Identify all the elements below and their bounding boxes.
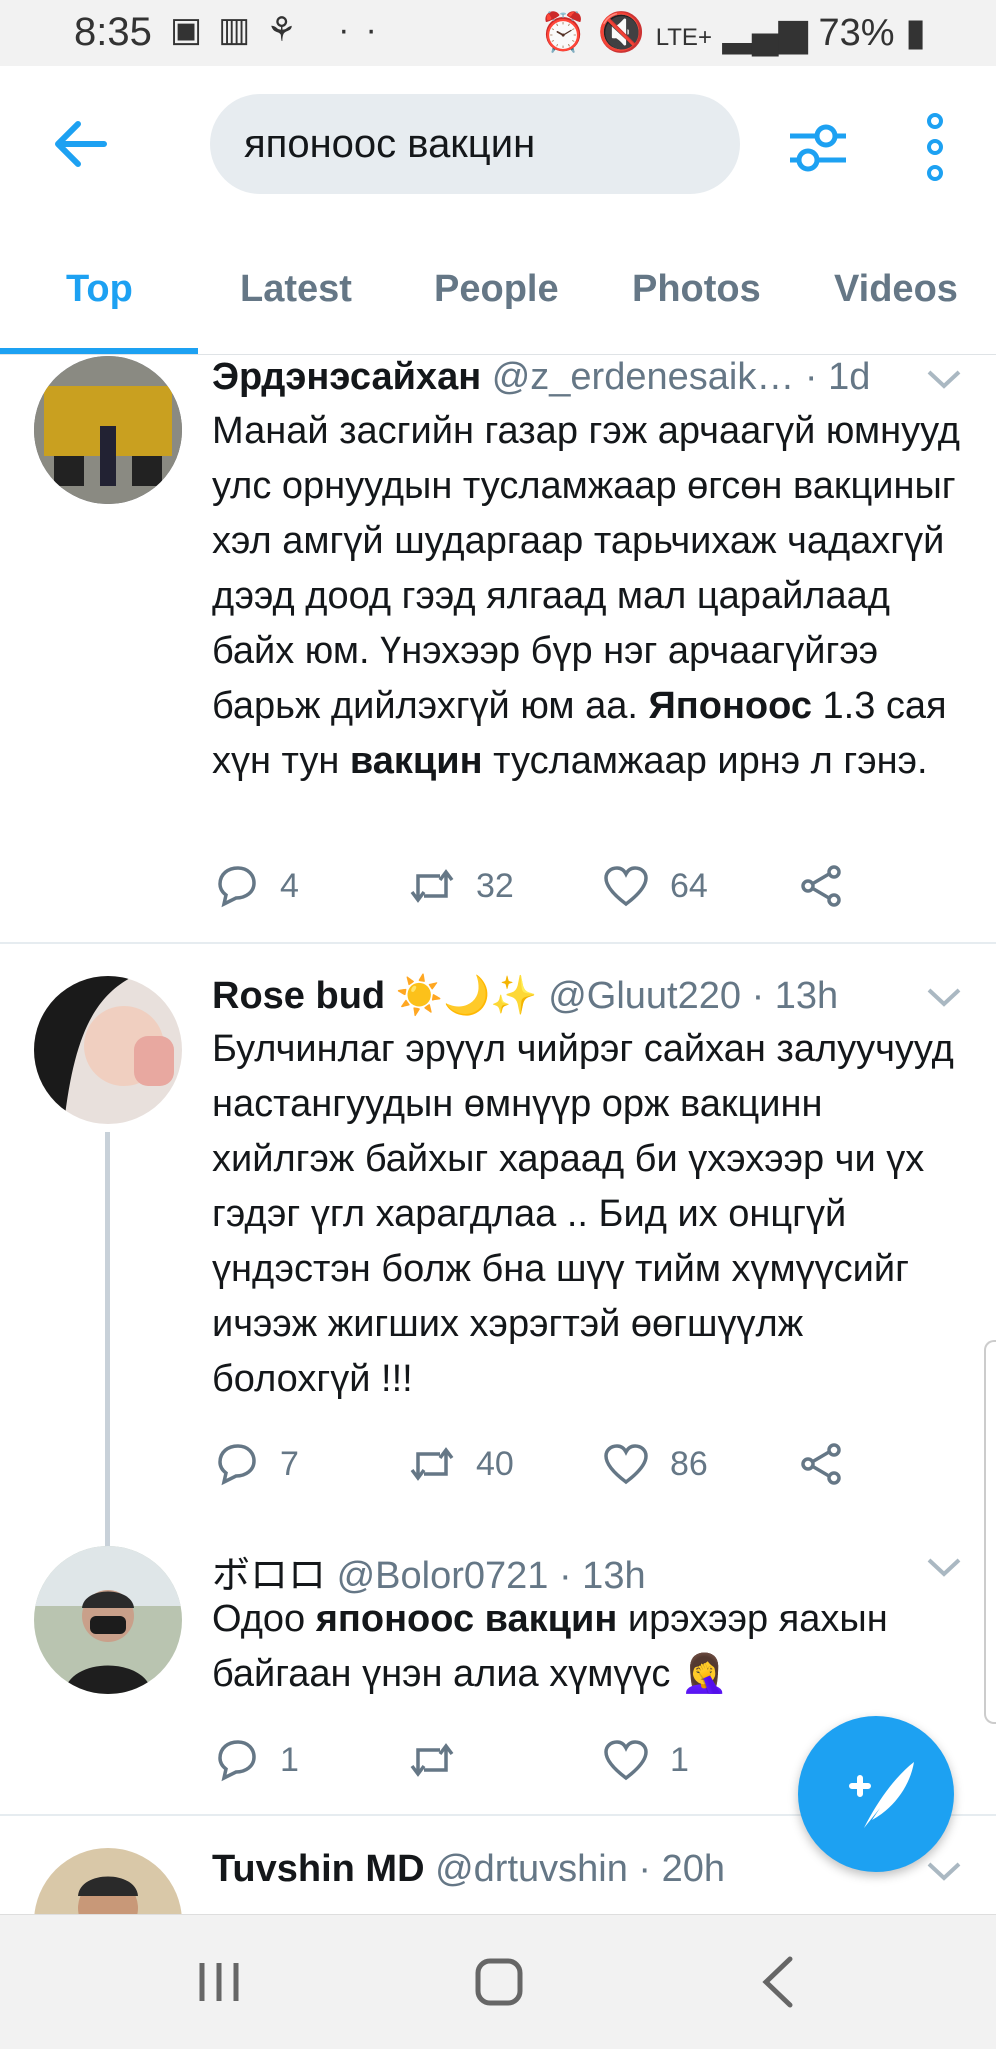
search-input[interactable]: японоос вакцин xyxy=(210,94,740,194)
tweet-author-name[interactable]: Tuvshin MD xyxy=(212,1848,425,1890)
tab-photos[interactable]: Photos xyxy=(632,268,761,311)
heart-icon xyxy=(604,866,648,907)
retweet-icon xyxy=(410,869,454,903)
alarm-icon: ⏰ xyxy=(539,12,588,54)
reply-count: 4 xyxy=(280,866,299,905)
retweet-count: 40 xyxy=(476,1444,514,1483)
tab-top[interactable]: Top xyxy=(66,268,133,311)
like-button[interactable]: 86 xyxy=(602,1440,708,1488)
share-icon xyxy=(801,1443,841,1485)
status-time: 8:35 xyxy=(74,10,152,54)
reply-button[interactable]: 4 xyxy=(212,862,299,910)
like-button[interactable]: 1 xyxy=(602,1736,689,1784)
like-button[interactable]: 64 xyxy=(602,862,708,910)
tweet-divider xyxy=(0,942,996,944)
retweet-button[interactable]: 32 xyxy=(408,862,514,910)
battery-label: 73% xyxy=(818,12,895,54)
like-count: 64 xyxy=(670,866,708,905)
compose-feather-icon xyxy=(849,1762,914,1828)
avatar[interactable] xyxy=(34,1848,182,1914)
scroll-indicator[interactable] xyxy=(984,1340,996,1724)
tweet-author-name[interactable]: Rose bud ☀️🌙✨ xyxy=(212,975,538,1017)
retweet-icon xyxy=(410,1447,454,1481)
status-right: ⏰ 🔇 LTE+ ▂▄▆ 73% ▮ xyxy=(540,10,926,55)
chevron-down-icon[interactable] xyxy=(926,986,962,1008)
tweet-time: · 1d xyxy=(804,356,871,398)
tweet[interactable]: Rose bud ☀️🌙✨ @Gluut220 · 13h Булчинлаг … xyxy=(0,972,996,1550)
mute-icon: 🔇 xyxy=(597,12,646,54)
more-options-icon[interactable] xyxy=(920,112,950,182)
retweet-button[interactable]: 40 xyxy=(408,1440,514,1488)
share-button[interactable] xyxy=(798,862,846,910)
avatar-photo xyxy=(34,1848,182,1914)
tab-people[interactable]: People xyxy=(434,268,559,311)
tweet-time: · 13h xyxy=(558,1555,646,1597)
tweet-time: · 13h xyxy=(751,975,839,1017)
tab-videos[interactable]: Videos xyxy=(834,268,958,311)
avatar[interactable] xyxy=(34,976,182,1124)
chevron-down-icon[interactable] xyxy=(926,1556,962,1578)
retweet-button[interactable] xyxy=(408,1736,476,1784)
avatar-truck-photo xyxy=(34,356,182,504)
tweet-text: Булчинлаг эрүүл чийрэг сайхан залуучууд … xyxy=(212,1028,954,1400)
share-icon xyxy=(801,865,841,907)
reply-button[interactable]: 1 xyxy=(212,1736,299,1784)
tweet[interactable]: Эрдэнэсайхан @z_erdenesaik… · 1d Манай з… xyxy=(0,354,996,944)
compose-tweet-button[interactable] xyxy=(798,1716,954,1872)
search-header: японоос вакцин xyxy=(0,66,996,232)
tweet-text-segment: Одоо xyxy=(212,1598,316,1640)
avatar-photo xyxy=(34,976,182,1124)
home-icon[interactable] xyxy=(474,1957,524,2007)
tweet-author-handle[interactable]: @Gluut220 xyxy=(548,975,741,1017)
retweet-icon xyxy=(410,1743,454,1777)
retweet-count: 32 xyxy=(476,866,514,905)
tweet-author-handle[interactable]: @Bolor0721 xyxy=(337,1555,549,1597)
reply-button[interactable]: 7 xyxy=(212,1440,299,1488)
notification-icons: ▣▥⚘ ·· xyxy=(170,11,393,49)
tweet-text-segment: тусламжаар ирнэ л гэнэ. xyxy=(482,740,928,782)
avatar[interactable] xyxy=(34,1546,182,1694)
tweet-text: Манай засгийн газар гэж арчаагүй юмнууд … xyxy=(212,404,972,789)
search-filter-icon[interactable] xyxy=(786,118,850,178)
tweet-text-highlight: японоос вакцин xyxy=(315,1598,618,1640)
thread-line xyxy=(105,1132,110,1550)
tab-latest[interactable]: Latest xyxy=(240,268,352,311)
status-bar: 8:35 ▣▥⚘ ·· ⏰ 🔇 LTE+ ▂▄▆ 73% ▮ xyxy=(0,0,996,66)
chevron-down-icon[interactable] xyxy=(926,368,962,390)
like-count: 86 xyxy=(670,1444,708,1483)
avatar[interactable] xyxy=(34,356,182,504)
battery-icon: ▮ xyxy=(905,12,926,54)
reply-icon xyxy=(218,1740,256,1782)
tweet-author-handle[interactable]: @z_erdenesaik… xyxy=(492,356,795,398)
avatar-photo xyxy=(34,1546,182,1694)
recent-apps-icon[interactable] xyxy=(196,1959,242,2005)
network-label: LTE+ xyxy=(655,24,712,51)
tweet-time: · 20h xyxy=(638,1848,726,1890)
tweet-text-highlight: вакцин xyxy=(349,740,483,782)
tweet-text: Одоо японоос вакцин ирэхээр яахын байгаа… xyxy=(212,1592,972,1702)
heart-icon xyxy=(604,1740,648,1781)
share-button[interactable] xyxy=(798,1440,846,1488)
like-count: 1 xyxy=(670,1740,689,1779)
reply-count: 1 xyxy=(280,1740,299,1779)
reply-count: 7 xyxy=(280,1444,299,1483)
tweet-text-highlight: Японоос xyxy=(648,685,812,727)
back-nav-icon[interactable] xyxy=(760,1955,796,2009)
search-tabs: Top Latest People Photos Videos xyxy=(0,232,996,355)
signal-icon: ▂▄▆ xyxy=(722,12,808,54)
tweet-text-segment: Манай засгийн газар гэж арчаагүй юмнууд … xyxy=(212,410,960,727)
back-arrow-icon[interactable] xyxy=(50,114,110,174)
tweet-author-handle[interactable]: @drtuvshin xyxy=(435,1848,628,1890)
system-navigation-bar xyxy=(0,1914,996,2049)
reply-icon xyxy=(218,1444,256,1486)
reply-icon xyxy=(218,866,256,908)
tweet-author-name[interactable]: ボロロ xyxy=(212,1555,326,1597)
heart-icon xyxy=(604,1444,648,1485)
tweet-author-name[interactable]: Эрдэнэсайхан xyxy=(212,356,481,398)
